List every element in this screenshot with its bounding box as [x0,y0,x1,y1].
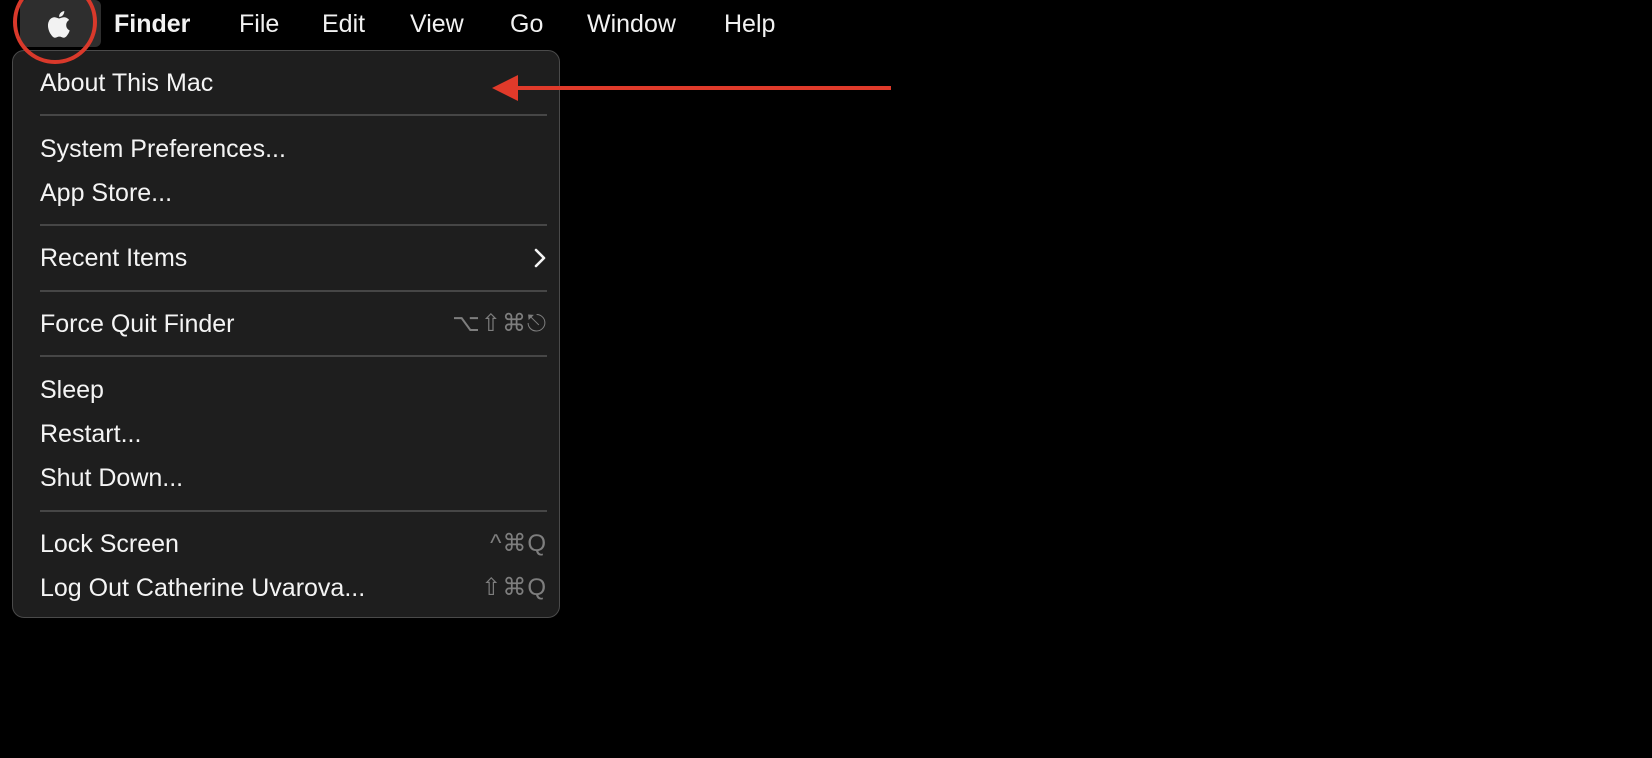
desktop: Finder File Edit View Go Window Help Abo… [0,0,1652,758]
highlight-circle-annotation [13,0,97,64]
annotation-overlay [13,0,891,101]
red-arrow-annotation [492,75,891,101]
